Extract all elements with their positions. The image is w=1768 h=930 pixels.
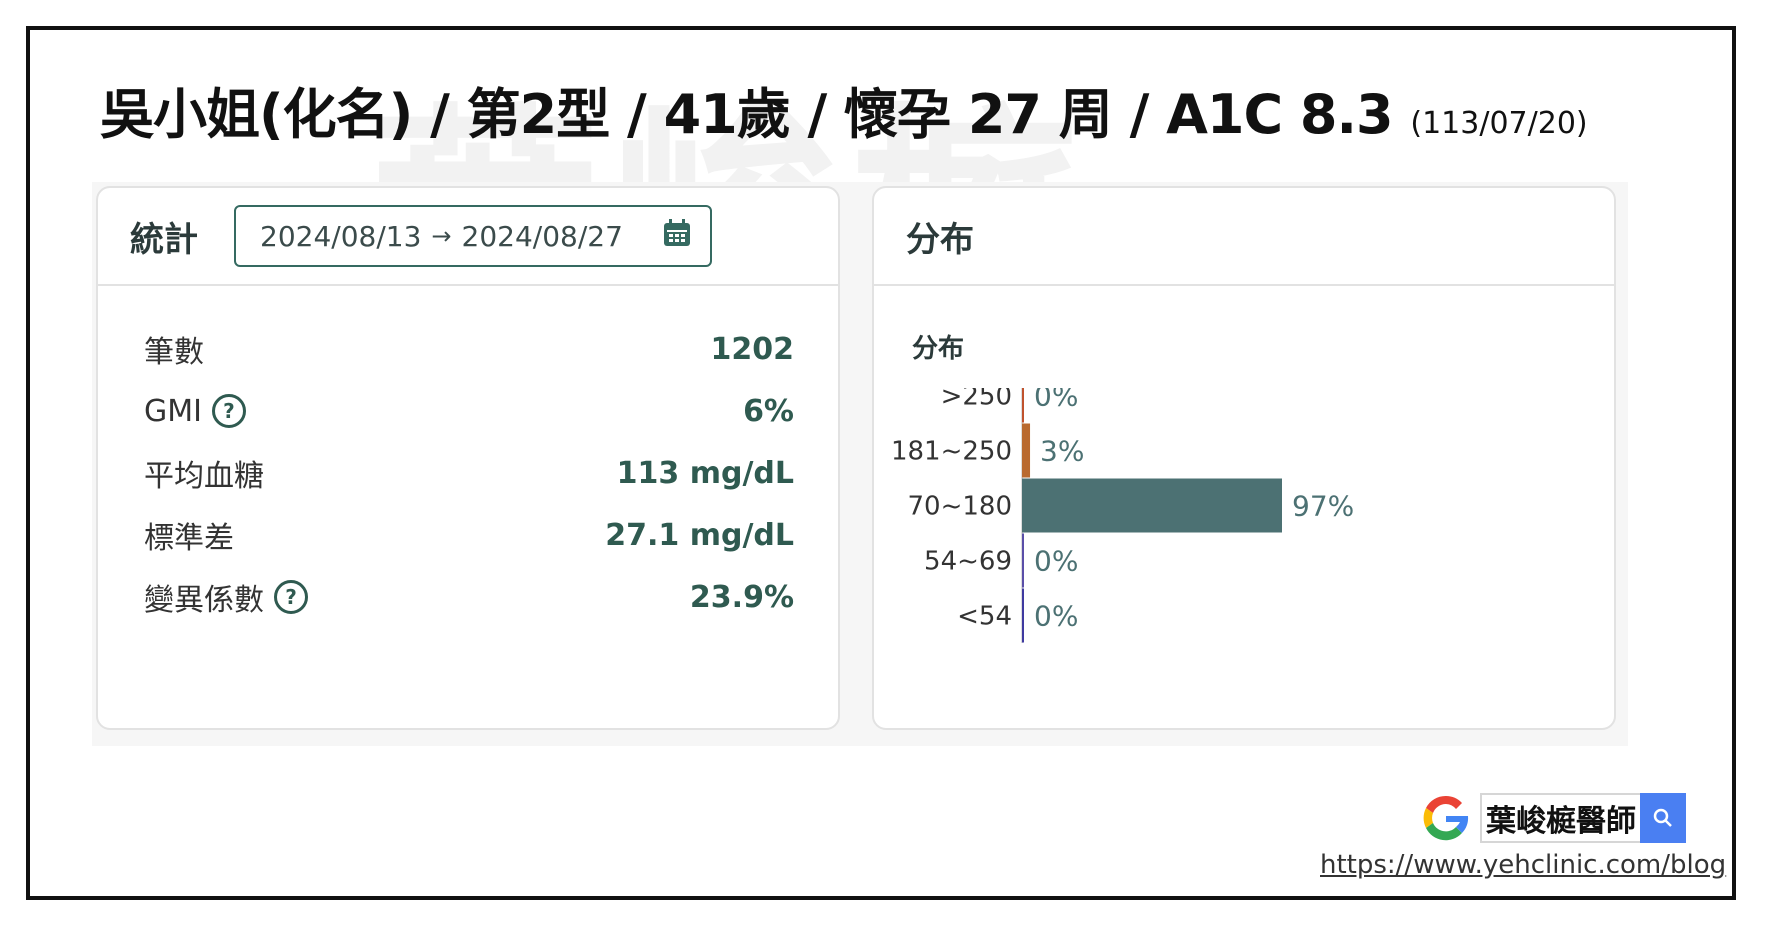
distribution-chart: >250 0% 181~250 3% 70~180 97% 54~69 0% <54 0% — [891, 388, 1354, 643]
bar-value-label: 3% — [1040, 435, 1084, 468]
bar-value-label: 0% — [1034, 600, 1078, 633]
distribution-title: 分布 — [906, 219, 974, 260]
google-logo-icon — [1423, 795, 1469, 841]
stats-card-header: 統計 2024/08/13 → 2024/08/27 — [98, 188, 838, 286]
stat-row-std-dev: 標準差 27.1 mg/dL — [144, 504, 794, 566]
bar — [1022, 533, 1024, 588]
distribution-card: 分布 分布 >250 0% 181~250 3% 70~180 97% 54~69 0% <54… — [872, 186, 1616, 730]
date-start: 2024/08/13 — [260, 219, 422, 253]
stat-value: 113 mg/dL — [616, 455, 794, 491]
stats-title: 統計 — [130, 219, 198, 260]
stat-value: 1202 — [710, 331, 795, 367]
bar-value-label: 97% — [1292, 490, 1354, 523]
date-range-picker[interactable]: 2024/08/13 → 2024/08/27 — [234, 205, 712, 267]
bar — [1022, 588, 1024, 643]
category-label: 54~69 — [924, 547, 1012, 577]
stat-row-gmi: GMI? 6% — [144, 380, 794, 442]
title-date: (113/07/20) — [1410, 106, 1588, 141]
search-button[interactable] — [1640, 793, 1686, 843]
stat-label: 標準差 — [144, 521, 234, 556]
stat-label: 筆數 — [144, 335, 204, 370]
category-label: >250 — [941, 388, 1012, 412]
stat-value: 27.1 mg/dL — [605, 517, 794, 553]
help-icon[interactable]: ? — [211, 394, 246, 428]
category-label: 70~180 — [908, 492, 1013, 522]
bar — [1022, 478, 1282, 533]
stats-list: 筆數 1202 GMI? 6% 平均血糖 113 mg/dL 標準差 27.1 … — [144, 318, 794, 628]
search-box-text[interactable]: 葉峻榳醫師 — [1480, 793, 1640, 843]
date-end: 2024/08/27 — [461, 219, 623, 253]
category-label: <54 — [957, 602, 1012, 632]
stat-value: 23.9% — [689, 579, 794, 615]
search-badge[interactable]: 葉峻榳醫師 — [1418, 790, 1686, 846]
stat-row-cv: 變異係數? 23.9% — [144, 566, 794, 628]
title-main: 吳小姐(化名) / 第2型 / 41歲 / 懷孕 27 周 / A1C 8.3 — [100, 83, 1394, 146]
stat-label: 變異係數 — [144, 583, 264, 618]
stat-label: GMI — [144, 393, 202, 429]
stat-value: 6% — [743, 393, 794, 429]
category-label: 181~250 — [891, 437, 1012, 467]
bar-value-label: 0% — [1034, 545, 1078, 578]
distribution-subtitle: 分布 — [912, 334, 965, 364]
stat-row-mean-glucose: 平均血糖 113 mg/dL — [144, 442, 794, 504]
blog-url-link[interactable]: https://www.yehclinic.com/blog — [1320, 850, 1726, 880]
distribution-card-header: 分布 — [874, 188, 1614, 286]
bar — [1022, 423, 1031, 478]
calendar-icon[interactable] — [662, 218, 692, 255]
date-arrow: → — [431, 222, 452, 250]
bar — [1022, 388, 1024, 423]
page-title: 吳小姐(化名) / 第2型 / 41歲 / 懷孕 27 周 / A1C 8.3 … — [100, 70, 1588, 149]
stat-label: 平均血糖 — [144, 459, 264, 494]
help-icon[interactable]: ? — [274, 580, 308, 614]
stat-row-count: 筆數 1202 — [144, 318, 794, 380]
bar-value-label: 0% — [1034, 388, 1078, 413]
stats-card: 統計 2024/08/13 → 2024/08/27 筆數 1202 GMI ?… — [96, 186, 840, 730]
search-icon — [1653, 808, 1672, 827]
